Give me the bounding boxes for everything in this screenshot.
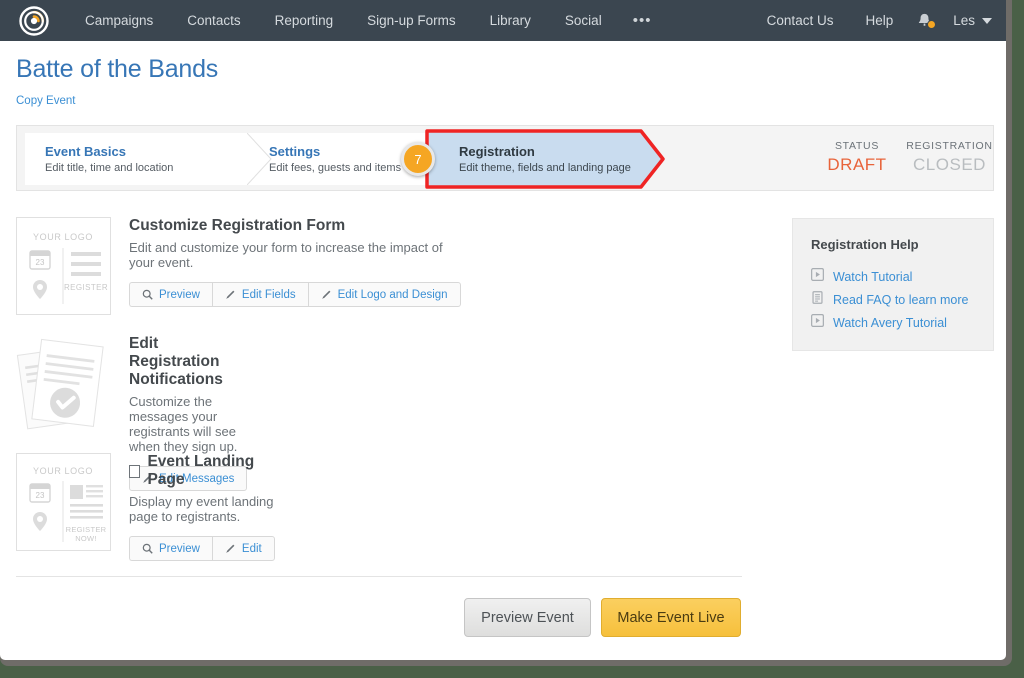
pencil-icon	[225, 289, 236, 300]
section-subtitle: Display my event landing page to registr…	[129, 494, 275, 524]
help-link-read-faq[interactable]: Read FAQ to learn more	[811, 288, 968, 311]
registration-form-thumbnail: YOUR LOGO 23 REGISTER	[16, 217, 111, 315]
section-title: Customize Registration Form	[129, 217, 461, 235]
event-status-block: STATUS DRAFT	[817, 140, 897, 175]
help-link-label: Watch Avery Tutorial	[833, 316, 947, 330]
button-label: Edit	[242, 543, 262, 555]
help-link-watch-avery-tutorial[interactable]: Watch Avery Tutorial	[811, 311, 968, 334]
step-registration[interactable]: Registration Edit theme, fields and land…	[437, 133, 657, 185]
chevron-down-icon	[982, 18, 992, 24]
nav-item-contacts[interactable]: Contacts	[170, 0, 257, 41]
step-event-basics[interactable]: Event Basics Edit title, time and locati…	[25, 133, 247, 185]
primary-nav-links: Campaigns Contacts Reporting Sign-up For…	[68, 0, 665, 41]
copy-event-link[interactable]: Copy Event	[16, 95, 75, 107]
help-panel-title: Registration Help	[811, 237, 919, 252]
stepper-steps: Event Basics Edit title, time and locati…	[25, 133, 670, 185]
nav-item-help[interactable]: Help	[849, 0, 909, 41]
browser-window-frame: Campaigns Contacts Reporting Sign-up For…	[0, 0, 1012, 666]
help-link-watch-tutorial[interactable]: Watch Tutorial	[811, 265, 968, 288]
event-wizard-stepper: Event Basics Edit title, time and locati…	[16, 125, 994, 191]
button-label: Preview	[159, 543, 200, 555]
landing-page-preview-icon: YOUR LOGO 23 REGISTER NOW!	[17, 454, 110, 550]
status-label: STATUS	[817, 140, 897, 152]
nav-item-more-icon[interactable]: •••	[619, 0, 666, 41]
user-name-label: Les	[953, 13, 975, 28]
svg-text:23: 23	[36, 258, 45, 267]
step-title: Event Basics	[45, 143, 247, 160]
notification-bell-button[interactable]	[909, 0, 939, 41]
help-link-label: Watch Tutorial	[833, 270, 912, 284]
preview-landing-page-button[interactable]: Preview	[129, 536, 212, 561]
section-title: Edit Registration Notifications	[129, 335, 247, 389]
page-body: Campaigns Contacts Reporting Sign-up For…	[0, 0, 1006, 660]
screen: Campaigns Contacts Reporting Sign-up For…	[0, 0, 1024, 678]
registration-help-panel: Registration Help Watch Tutorial Read FA…	[792, 218, 994, 351]
button-label: Edit Logo and Design	[338, 289, 448, 301]
svg-text:YOUR LOGO: YOUR LOGO	[33, 466, 93, 476]
step-subtitle: Edit theme, fields and landing page	[459, 160, 657, 176]
make-event-live-button[interactable]: Make Event Live	[601, 598, 741, 637]
registration-form-preview-icon: YOUR LOGO 23 REGISTER	[17, 218, 110, 314]
step-registration-wrap: Registration Edit theme, fields and land…	[437, 133, 657, 185]
documents-with-check-icon	[16, 335, 116, 435]
nav-item-contact-us[interactable]: Contact Us	[751, 0, 850, 41]
svg-text:NOW!: NOW!	[75, 534, 97, 543]
landing-page-actions: Preview Edit	[129, 536, 275, 561]
nav-item-library[interactable]: Library	[473, 0, 548, 41]
step-divider-arrow-icon	[247, 133, 273, 185]
footer-divider	[16, 576, 742, 577]
button-label: Preview	[159, 289, 200, 301]
edit-fields-button[interactable]: Edit Fields	[212, 282, 308, 307]
step-subtitle: Edit title, time and location	[45, 160, 247, 176]
nav-item-signup-forms[interactable]: Sign-up Forms	[350, 0, 473, 41]
nav-item-reporting[interactable]: Reporting	[258, 0, 351, 41]
document-icon	[811, 291, 824, 309]
preview-event-button[interactable]: Preview Event	[464, 598, 591, 637]
play-video-icon	[811, 314, 824, 332]
button-label: Edit Fields	[242, 289, 296, 301]
secondary-nav-links: Contact Us Help Les	[751, 0, 1006, 41]
section-title: Event Landing Page	[147, 453, 274, 489]
section-body: Customize Registration Form Edit and cus…	[129, 217, 461, 307]
landing-page-thumbnail: YOUR LOGO 23 REGISTER NOW!	[16, 453, 111, 551]
svg-text:REGISTER: REGISTER	[66, 525, 107, 534]
section-subtitle: Customize the messages your registrants …	[129, 394, 247, 454]
user-account-menu[interactable]: Les	[939, 13, 992, 28]
pencil-icon	[321, 289, 332, 300]
step-title: Registration	[459, 143, 657, 160]
footer-actions: Preview Event Make Event Live	[464, 598, 741, 637]
edit-logo-and-design-button[interactable]: Edit Logo and Design	[308, 282, 461, 307]
nav-item-social[interactable]: Social	[548, 0, 619, 41]
notifications-thumbnail	[16, 335, 111, 435]
svg-text:YOUR LOGO: YOUR LOGO	[33, 232, 93, 242]
status-value: DRAFT	[817, 155, 897, 175]
registration-form-actions: Preview Edit Fields Edit Logo and Design	[129, 282, 461, 307]
registration-status-value: CLOSED	[902, 155, 997, 175]
preview-form-button[interactable]: Preview	[129, 282, 212, 307]
notification-badge-dot	[927, 20, 936, 29]
brand-logo[interactable]	[0, 0, 68, 41]
section-body: Event Landing Page Display my event land…	[129, 453, 275, 561]
registration-status-label: REGISTRATION	[902, 140, 997, 152]
svg-text:REGISTER: REGISTER	[64, 283, 108, 292]
pencil-icon	[225, 543, 236, 554]
section-title-row: Event Landing Page	[129, 453, 275, 489]
search-icon	[142, 543, 153, 554]
search-icon	[142, 289, 153, 300]
svg-text:23: 23	[36, 491, 45, 500]
event-landing-page-checkbox[interactable]	[129, 465, 140, 478]
nav-item-campaigns[interactable]: Campaigns	[68, 0, 170, 41]
constant-contact-spiral-logo-icon	[19, 6, 49, 36]
help-link-label: Read FAQ to learn more	[833, 293, 968, 307]
help-links-list: Watch Tutorial Read FAQ to learn more Wa…	[811, 265, 968, 334]
registration-status-block: REGISTRATION CLOSED	[902, 140, 997, 175]
top-navigation-bar: Campaigns Contacts Reporting Sign-up For…	[0, 0, 1006, 41]
play-video-icon	[811, 268, 824, 286]
edit-landing-page-button[interactable]: Edit	[212, 536, 275, 561]
step-count-badge: 7	[401, 142, 435, 176]
section-subtitle: Edit and customize your form to increase…	[129, 240, 461, 270]
page-title: Batte of the Bands	[16, 55, 218, 84]
